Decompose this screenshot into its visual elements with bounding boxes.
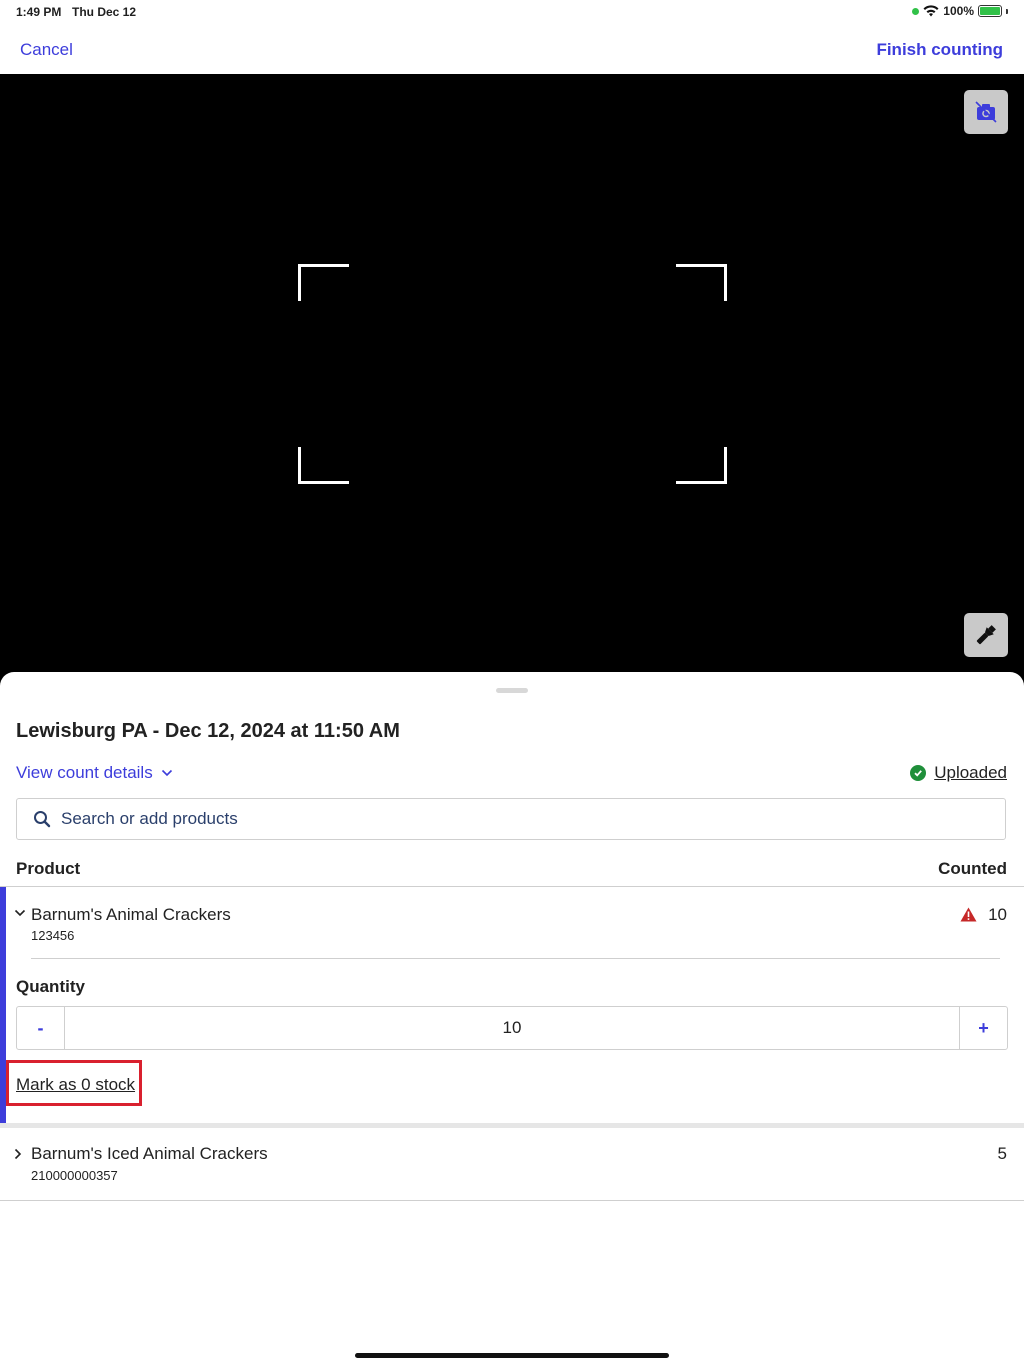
column-header-product: Product xyxy=(16,859,81,878)
count-title: Lewisburg PA - Dec 12, 2024 at 11:50 AM xyxy=(16,720,400,742)
scan-frame-corner-top-right xyxy=(676,264,727,301)
product-sku: 123456 xyxy=(31,928,75,943)
mark-as-zero-stock-link[interactable]: Mark as 0 stock xyxy=(16,1075,135,1095)
product-sku: 210000000357 xyxy=(31,1168,118,1183)
chevron-right-icon xyxy=(14,1148,22,1160)
nav-bar: Cancel Finish counting xyxy=(0,24,1024,74)
counted-value: 10 xyxy=(988,905,1007,924)
view-count-details-toggle[interactable]: View count details xyxy=(16,763,173,783)
scan-frame-corner-top-left xyxy=(298,264,349,301)
camera-off-icon xyxy=(975,101,997,123)
flashlight-button[interactable] xyxy=(964,613,1008,657)
status-bar: 1:49 PM Thu Dec 12 100% xyxy=(0,0,1024,24)
decrement-button[interactable]: - xyxy=(17,1007,65,1049)
flashlight-icon xyxy=(976,625,996,645)
battery-percent: 100% xyxy=(943,4,974,18)
product-name: Barnum's Iced Animal Crackers xyxy=(31,1144,268,1163)
search-input[interactable]: Search or add products xyxy=(16,798,1006,840)
sheet-drag-handle[interactable] xyxy=(496,688,528,693)
view-count-details-label: View count details xyxy=(16,763,153,782)
upload-status[interactable]: Uploaded xyxy=(910,763,1007,783)
divider xyxy=(0,1200,1024,1201)
product-name[interactable]: Barnum's Animal Crackers xyxy=(31,905,231,925)
warning-icon xyxy=(960,907,977,922)
wifi-icon xyxy=(923,5,939,17)
search-icon xyxy=(34,811,51,828)
home-indicator[interactable] xyxy=(355,1353,669,1358)
upload-status-label: Uploaded xyxy=(934,763,1007,782)
finish-counting-button[interactable]: Finish counting xyxy=(876,40,1003,60)
battery-cap xyxy=(1006,8,1008,14)
quantity-label: Quantity xyxy=(16,977,85,996)
cancel-button[interactable]: Cancel xyxy=(20,40,73,60)
camera-off-button[interactable] xyxy=(964,90,1008,134)
divider xyxy=(31,958,1000,959)
status-time: 1:49 PM xyxy=(16,5,62,19)
check-circle-icon xyxy=(910,765,927,781)
battery-icon xyxy=(978,5,1002,17)
quantity-input[interactable]: 10 xyxy=(65,1007,959,1049)
chevron-down-icon xyxy=(161,769,172,777)
status-indicators: 100% xyxy=(912,4,1008,18)
camera-viewfinder[interactable] xyxy=(0,74,1024,694)
quantity-stepper: - 10 + xyxy=(16,1006,1008,1050)
product-row-expanded: Barnum's Animal Crackers 123456 10 Quant… xyxy=(0,887,1024,1123)
chevron-down-icon[interactable] xyxy=(14,909,26,917)
product-row-collapsed[interactable]: Barnum's Iced Animal Crackers 2100000003… xyxy=(0,1128,1024,1200)
counted-value: 5 xyxy=(997,1144,1007,1163)
scan-frame-corner-bottom-left xyxy=(298,447,349,484)
scan-frame-corner-bottom-right xyxy=(676,447,727,484)
increment-button[interactable]: + xyxy=(959,1007,1007,1049)
search-placeholder: Search or add products xyxy=(61,809,238,828)
status-date: Thu Dec 12 xyxy=(72,5,137,19)
column-header-counted: Counted xyxy=(938,859,1007,878)
camera-in-use-icon xyxy=(912,7,920,15)
count-sheet: Lewisburg PA - Dec 12, 2024 at 11:50 AM … xyxy=(0,672,1024,1366)
